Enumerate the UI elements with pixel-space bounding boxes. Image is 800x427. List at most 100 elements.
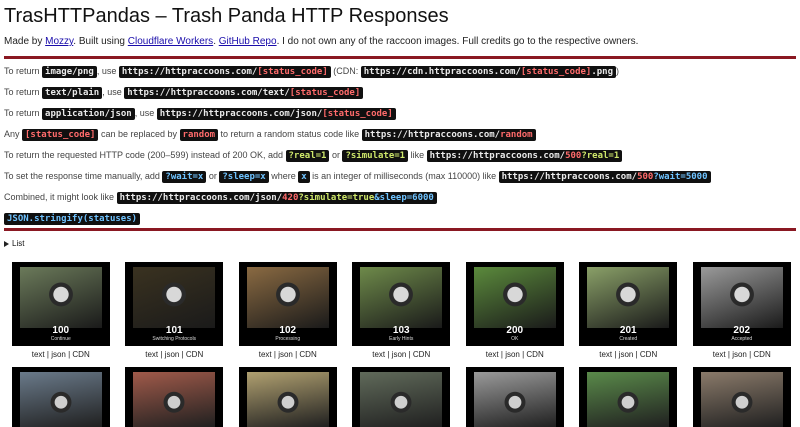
text-link[interactable]: text xyxy=(486,350,499,359)
raccoon-photo xyxy=(133,267,216,328)
cdn-link[interactable]: CDN xyxy=(640,350,657,359)
text-link[interactable]: text xyxy=(713,350,726,359)
instruction-text: To return text/plain, use https://httpra… xyxy=(4,86,796,107)
url-prefix: https://httpraccoons.com/ xyxy=(501,172,638,182)
status-card xyxy=(345,367,459,427)
url-prefix: https://httpraccoons.com/ xyxy=(364,130,501,140)
status-card: 102 Processing text | json | CDN xyxy=(231,262,345,361)
url-placeholder: random xyxy=(500,130,533,140)
github-repo-link[interactable]: GitHub Repo xyxy=(219,36,277,47)
status-text: Processing xyxy=(275,336,301,342)
json-link[interactable]: json xyxy=(392,350,407,359)
url-example: https://httpraccoons.com/[status_code] xyxy=(118,66,331,78)
code-param: ?wait=x xyxy=(162,171,207,183)
text: Combined, it might look like xyxy=(4,192,117,202)
text: or xyxy=(206,171,220,181)
status-image[interactable] xyxy=(11,367,110,427)
url-placeholder: [status_code] xyxy=(322,109,393,119)
text: Any xyxy=(4,129,23,139)
status-card xyxy=(572,367,686,427)
url-example: https://httpraccoons.com/json/420?simula… xyxy=(116,192,437,204)
url-prefix: https://httpraccoons.com/json/ xyxy=(159,109,323,119)
status-card xyxy=(685,367,799,427)
status-image[interactable] xyxy=(352,367,451,427)
url-example: https://httpraccoons.com/random xyxy=(361,129,536,141)
instruction-real: To return the requested HTTP code (200–5… xyxy=(4,149,796,170)
cdn-url-example: https://cdn.httpraccoons.com/[status_cod… xyxy=(360,66,617,78)
cdn-link[interactable]: CDN xyxy=(413,350,430,359)
status-image[interactable]: 200 OK xyxy=(465,262,564,346)
card-links: text | json | CDN xyxy=(685,349,799,361)
instruction-json: To return application/json, use https://… xyxy=(4,107,796,128)
text-link[interactable]: text xyxy=(145,350,158,359)
status-code: 103 xyxy=(392,325,410,336)
status-text: Early Hints xyxy=(389,336,414,342)
cloudflare-workers-link[interactable]: Cloudflare Workers xyxy=(128,36,213,47)
url-prefix: https://httpraccoons.com/ xyxy=(429,151,566,161)
json-stringify-code[interactable]: JSON.stringify(statuses) xyxy=(4,213,141,225)
json-link[interactable]: json xyxy=(278,350,293,359)
text: To set the response time manually, add xyxy=(4,171,163,181)
status-image[interactable] xyxy=(579,367,678,427)
status-card: 103 Early Hints text | json | CDN xyxy=(345,262,459,361)
cdn-link[interactable]: CDN xyxy=(72,350,89,359)
instruction-png: To return image/png, use https://httprac… xyxy=(4,65,796,86)
author-link[interactable]: Mozzy xyxy=(45,36,73,47)
text: is an integer of milliseconds (max 11000… xyxy=(309,171,499,181)
text: To return the requested HTTP code (200–5… xyxy=(4,150,286,160)
json-link[interactable]: json xyxy=(51,350,66,359)
cdn-link[interactable]: CDN xyxy=(186,350,203,359)
status-image[interactable]: 100 Continue xyxy=(11,262,110,346)
code-mime: text/plain xyxy=(42,87,103,99)
status-card: 100 Continue text | json | CDN xyxy=(4,262,118,361)
url-prefix: https://cdn.httpraccoons.com/ xyxy=(363,67,521,77)
status-image[interactable]: 102 Processing xyxy=(238,262,337,346)
status-image[interactable] xyxy=(465,367,564,427)
url-prefix: https://httpraccoons.com/json/ xyxy=(119,193,283,203)
cdn-link[interactable]: CDN xyxy=(299,350,316,359)
list-toggle[interactable]: List xyxy=(4,239,796,249)
status-image[interactable] xyxy=(238,367,337,427)
url-query: ?real=1 xyxy=(581,151,620,161)
text: , use xyxy=(102,87,125,97)
status-text: Accepted xyxy=(731,336,753,342)
url-status: 500 xyxy=(637,172,654,182)
page: TrasHTTPandas – Trash Panda HTTP Respons… xyxy=(0,3,800,427)
card-links: text | json | CDN xyxy=(458,349,572,361)
url-status: 420 xyxy=(282,193,299,203)
json-link[interactable]: json xyxy=(732,350,747,359)
url-prefix: https://httpraccoons.com/ xyxy=(121,67,258,77)
text-link[interactable]: text xyxy=(259,350,272,359)
status-image[interactable]: 201 Created xyxy=(579,262,678,346)
text: To return xyxy=(4,87,43,97)
text-link[interactable]: text xyxy=(599,350,612,359)
text: , use xyxy=(96,66,119,76)
json-link[interactable]: json xyxy=(165,350,180,359)
status-text: Continue xyxy=(50,336,71,342)
text: (CDN: xyxy=(330,66,361,76)
text: to return a random status code like xyxy=(218,129,362,139)
divider xyxy=(4,228,796,231)
url-placeholder: [status_code] xyxy=(289,88,361,98)
cdn-link[interactable]: CDN xyxy=(526,350,543,359)
status-image[interactable]: 202 Accepted xyxy=(692,262,791,346)
text-link[interactable]: text xyxy=(372,350,385,359)
status-image[interactable] xyxy=(125,367,224,427)
status-image[interactable]: 103 Early Hints xyxy=(352,262,451,346)
status-image[interactable] xyxy=(692,367,791,427)
code-param: ?sleep=x xyxy=(219,171,269,183)
text-link[interactable]: text xyxy=(32,350,45,359)
cdn-link[interactable]: CDN xyxy=(753,350,770,359)
status-image[interactable]: 101 Switching Protocols xyxy=(125,262,224,346)
raccoon-grid-row-2 xyxy=(4,367,796,427)
credits-text: . I do not own any of the raccoon images… xyxy=(276,36,639,47)
url-query: ?wait=5000 xyxy=(653,172,708,182)
card-links: text | json | CDN xyxy=(118,349,232,361)
code-param: ?real=1 xyxy=(285,150,330,162)
url-example: https://httpraccoons.com/json/[status_co… xyxy=(156,108,396,120)
url-prefix: https://httpraccoons.com/text/ xyxy=(127,88,290,98)
json-link[interactable]: json xyxy=(505,350,520,359)
json-link[interactable]: json xyxy=(619,350,634,359)
code-random: random xyxy=(179,129,219,141)
text: or xyxy=(329,150,343,160)
